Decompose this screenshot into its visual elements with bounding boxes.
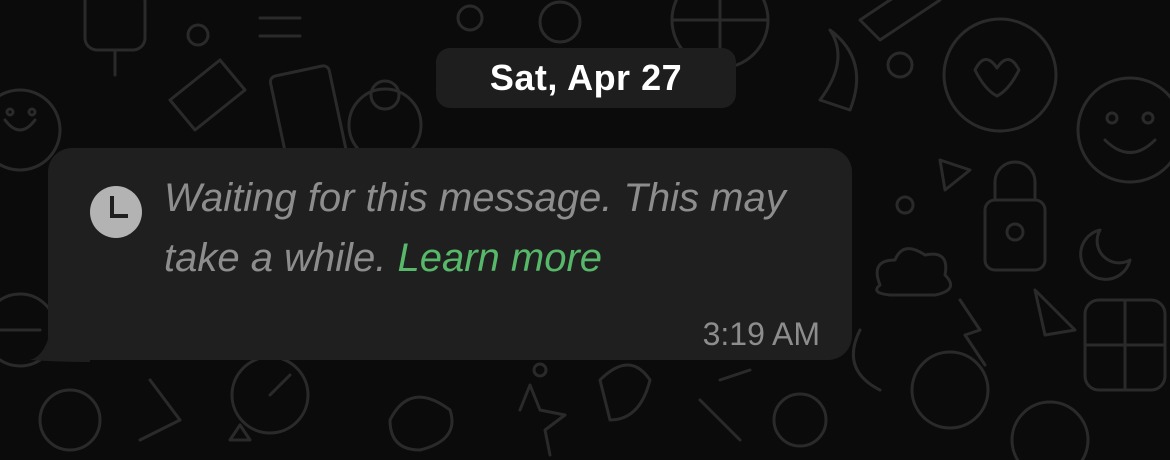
message-time: 3:19 AM	[702, 316, 820, 352]
learn-more-link[interactable]: Learn more	[397, 236, 602, 280]
chat-background: Sat, Apr 27 Waiting for this message. Th…	[0, 0, 1170, 460]
date-separator: Sat, Apr 27	[436, 48, 736, 108]
message-text: Waiting for this message. This may take …	[164, 168, 834, 288]
clock-icon	[90, 186, 142, 238]
